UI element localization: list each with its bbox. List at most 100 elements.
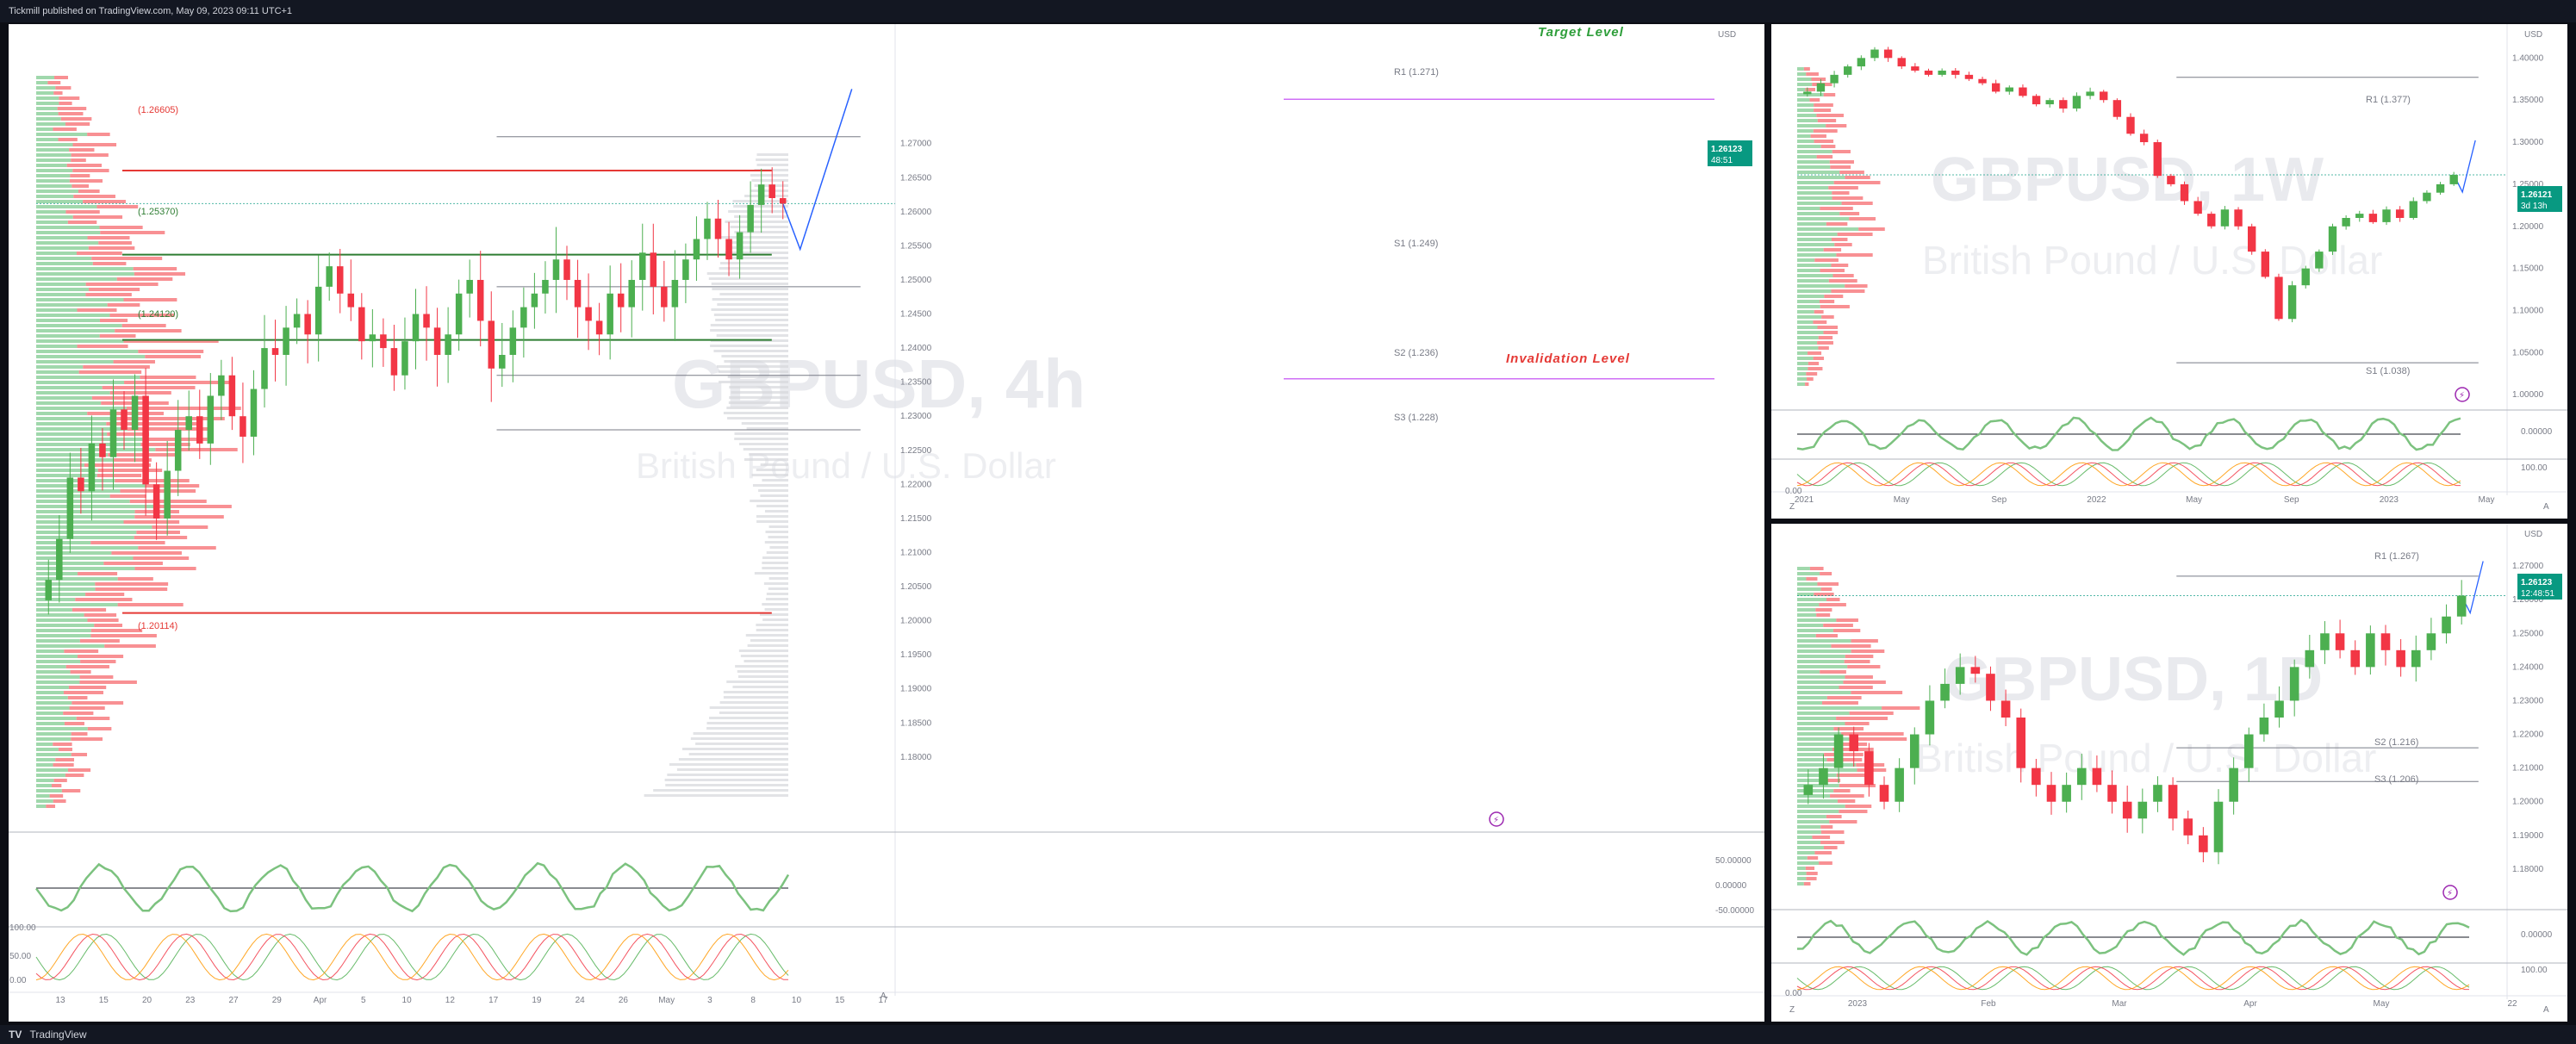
volume-profile-bar — [1826, 124, 1847, 127]
volume-profile-bar — [1797, 815, 1826, 818]
volume-profile-bar — [1797, 264, 1832, 267]
volume-profile-bar — [53, 91, 63, 95]
candle-body — [2153, 142, 2162, 177]
volume-profile-bar — [1810, 134, 1826, 138]
daily-goto-icon[interactable]: Z — [1789, 1005, 1795, 1015]
volume-profile-bar — [73, 195, 115, 198]
volume-profile-bar — [36, 127, 53, 131]
weekly-time-axis[interactable]: 2021 May Sep 2022 May Sep 2023 May — [1795, 495, 2495, 505]
weekly-goto-icon[interactable]: Z — [1789, 502, 1795, 512]
volume-profile-bar — [1843, 680, 1886, 684]
volume-profile-bar — [36, 520, 124, 524]
session-volume-bar — [729, 386, 788, 388]
volume-profile-bar — [1797, 129, 1814, 133]
candle-body — [185, 416, 192, 431]
session-volume-bar — [762, 618, 788, 621]
volume-profile-bar — [1797, 176, 1845, 179]
session-volume-bar — [756, 520, 788, 523]
volume-profile-bar — [67, 768, 91, 772]
y-tick-label: 1.19500 — [900, 650, 932, 660]
weekly-price-axis[interactable]: 1.400001.350001.300001.250001.200001.150… — [2512, 53, 2544, 400]
volume-profile-bar — [36, 686, 69, 689]
volume-profile-bar — [1797, 608, 1816, 612]
volume-profile-bar — [1845, 805, 1872, 808]
chart-1w-svg[interactable]: GBPUSD, 1W British Pound / U.S. Dollar R… — [1771, 24, 2567, 519]
volume-profile-bar — [1844, 660, 1870, 663]
session-volume-bar — [706, 272, 788, 275]
candle-body — [499, 355, 506, 369]
candle-body — [261, 348, 268, 389]
y-tick-label: 1.18000 — [2512, 865, 2544, 874]
volume-profile-bar — [1826, 222, 1848, 226]
volume-profile-bar — [134, 272, 186, 276]
volume-profile-bar — [1797, 577, 1807, 581]
volume-profile-bar — [1797, 78, 1812, 81]
volume-profile-bar — [1797, 284, 1845, 288]
stoch-tick-2: 50.00 — [9, 952, 31, 961]
session-volume-bar — [731, 391, 788, 394]
candle-body — [2274, 277, 2283, 320]
volume-profile-bar — [1808, 362, 1820, 365]
chart-panel-1w[interactable]: GBPUSD, 1W British Pound / U.S. Dollar R… — [1771, 24, 2567, 519]
chart-1d-svg[interactable]: GBPUSD, 1D British Pound / U.S. Dollar R… — [1771, 524, 2567, 1022]
pivot-s1-label: S1 (1.249) — [1394, 239, 1438, 249]
tradingview-logo-icon[interactable]: TV — [9, 1028, 22, 1041]
x-tick-label: Apr — [2243, 999, 2257, 1009]
volume-profile-bar — [36, 133, 88, 136]
volume-profile-bar — [36, 329, 115, 332]
daily-time-axis[interactable]: 2023 Feb Mar Apr May 22 — [1848, 999, 2517, 1009]
volume-profile-bar — [36, 221, 68, 224]
volume-profile-bar — [65, 774, 84, 777]
volume-profile-bar — [1834, 243, 1852, 246]
chart-panel-4h[interactable]: GBPUSD, 4h British Pound / U.S. Dollar T… — [9, 24, 1764, 1022]
volume-profile-bar — [1813, 357, 1825, 360]
volume-profile-bar — [36, 96, 59, 100]
volume-profile-bar — [1817, 341, 1833, 345]
volume-profile-bar — [36, 608, 72, 612]
volume-profile-bar — [1797, 846, 1824, 849]
chart-4h-svg[interactable]: GBPUSD, 4h British Pound / U.S. Dollar T… — [9, 24, 1764, 1022]
daily-price-axis[interactable]: 1.270001.260001.250001.240001.230001.220… — [2512, 562, 2544, 874]
volume-profile-bar — [36, 360, 114, 364]
weekly-auto-scale-icon[interactable]: A — [2543, 502, 2549, 512]
candle-body — [2046, 785, 2056, 802]
volume-profile-bar — [36, 696, 68, 699]
volume-profile-bar — [1805, 382, 1809, 386]
volume-profile-bar — [72, 184, 90, 188]
volume-profile-bar — [36, 505, 154, 508]
volume-profile-bar — [1806, 877, 1817, 880]
volume-profile-bar — [1797, 779, 1821, 782]
volume-profile-bar — [36, 324, 122, 327]
y-tick-label: 1.05000 — [2512, 348, 2544, 357]
session-volume-bar — [763, 582, 788, 585]
volume-profile-bar — [1797, 83, 1813, 86]
price-axis[interactable]: 1.27000 1.26500 1.26000 1.25500 1.25000 1.245… — [900, 140, 932, 762]
volume-profile-bar — [109, 391, 171, 395]
session-volume-bar — [737, 670, 788, 673]
daily-auto-scale-icon[interactable]: A — [2543, 1005, 2549, 1015]
stochastic-line — [1796, 966, 2470, 991]
volume-profile-bar — [1858, 227, 1885, 231]
session-volume-bar — [676, 768, 788, 771]
x-tick-label: 10 — [792, 996, 802, 1005]
auto-scale-icon[interactable]: A — [880, 991, 887, 1001]
volume-profile-bar — [1797, 114, 1817, 117]
candle-body — [1991, 83, 2000, 92]
volume-profile-bar — [1831, 644, 1871, 648]
brand-name[interactable]: TradingView — [29, 1028, 86, 1041]
volume-profile-bar — [36, 376, 140, 379]
candle-body — [2199, 835, 2208, 853]
volume-profile-bar — [36, 205, 97, 208]
candle-body — [2305, 649, 2315, 668]
candle-body — [563, 259, 570, 280]
volume-profile-bar — [1805, 88, 1816, 91]
volume-profile-bar — [1808, 367, 1823, 370]
chart-panel-1d[interactable]: GBPUSD, 1D British Pound / U.S. Dollar R… — [1771, 524, 2567, 1022]
volume-profile-bar — [1814, 109, 1832, 112]
volume-profile-bar — [36, 117, 61, 121]
candle-body — [2193, 201, 2202, 214]
volume-profile-bar — [1813, 129, 1838, 133]
y-tick-label: 1.18500 — [900, 718, 932, 728]
volume-profile-bar — [1797, 181, 1834, 184]
time-axis[interactable]: 13 15 20 23 27 29 Apr 5 10 12 17 19 24 26 May 3 8 10 15 17 — [55, 996, 888, 1005]
